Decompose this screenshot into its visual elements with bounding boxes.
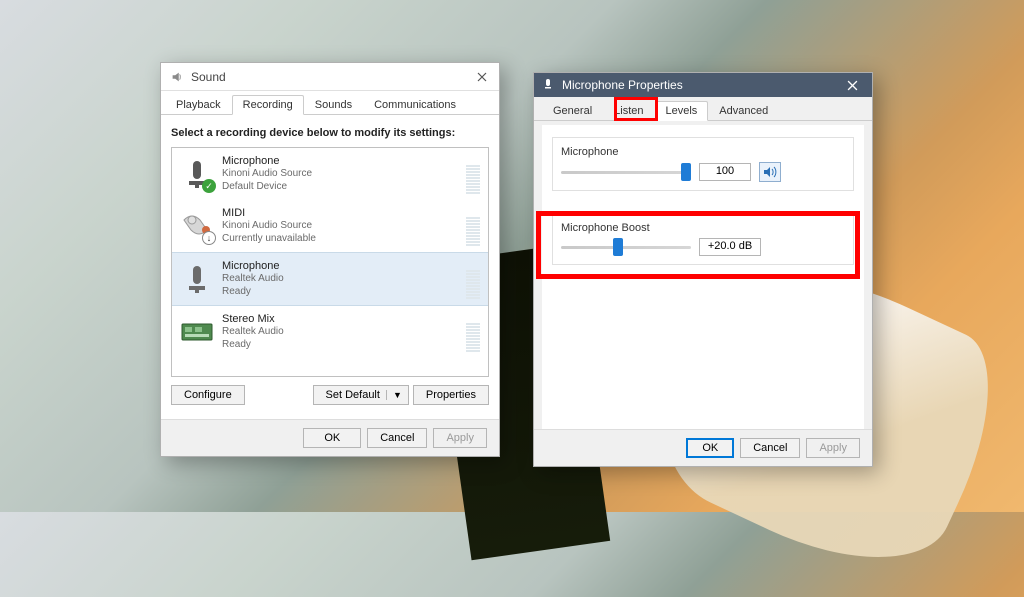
microphone-value[interactable]: 100 bbox=[699, 163, 751, 181]
microphone-slider[interactable] bbox=[561, 163, 691, 181]
device-name: Microphone bbox=[222, 260, 458, 274]
sound-icon bbox=[169, 69, 185, 85]
mic-properties-tabs: General Listen Levels Advanced bbox=[534, 97, 872, 121]
tab-recording[interactable]: Recording bbox=[232, 95, 304, 115]
sound-window: Sound Playback Recording Sounds Communic… bbox=[160, 62, 500, 457]
device-name: Stereo Mix bbox=[222, 313, 458, 327]
sound-title: Sound bbox=[191, 70, 226, 84]
sound-titlebar: Sound bbox=[161, 63, 499, 91]
microphone-icon bbox=[542, 78, 556, 92]
level-meter bbox=[466, 259, 480, 299]
device-name: MIDI bbox=[222, 207, 458, 221]
device-name: Microphone bbox=[222, 155, 458, 169]
level-meter bbox=[466, 154, 480, 194]
level-meter bbox=[466, 312, 480, 352]
device-item[interactable]: Microphone Realtek Audio Ready bbox=[172, 252, 488, 306]
midi-icon: ↓ bbox=[180, 209, 214, 243]
device-source: Realtek Audio bbox=[222, 326, 458, 339]
mic-dialog-buttons: OK Cancel Apply bbox=[534, 429, 872, 466]
device-status: Ready bbox=[222, 339, 458, 352]
device-info: Microphone Realtek Audio Ready bbox=[222, 260, 458, 299]
device-info: Stereo Mix Realtek Audio Ready bbox=[222, 313, 458, 352]
close-icon[interactable] bbox=[473, 68, 491, 86]
tab-communications[interactable]: Communications bbox=[363, 95, 467, 115]
mic-properties-titlebar: Microphone Properties bbox=[534, 73, 872, 97]
apply-button: Apply bbox=[433, 428, 487, 448]
speaker-icon bbox=[763, 166, 777, 178]
tab-listen[interactable]: Listen bbox=[603, 101, 654, 121]
microphone-level-group: Microphone 100 bbox=[552, 137, 854, 191]
configure-button[interactable]: Configure bbox=[171, 385, 245, 405]
tab-playback[interactable]: Playback bbox=[165, 95, 232, 115]
device-button-row: Configure Set Default ▼ Properties bbox=[171, 377, 489, 405]
chevron-down-icon: ▼ bbox=[386, 390, 402, 400]
mute-toggle-button[interactable] bbox=[759, 162, 781, 182]
cancel-button[interactable]: Cancel bbox=[740, 438, 800, 458]
level-meter bbox=[466, 206, 480, 246]
device-source: Realtek Audio bbox=[222, 273, 458, 286]
mic-properties-window: Microphone Properties General Listen Lev… bbox=[533, 72, 873, 467]
arrow-down-badge-icon: ↓ bbox=[202, 231, 216, 245]
device-status: Ready bbox=[222, 286, 458, 299]
instruction-text: Select a recording device below to modif… bbox=[171, 127, 489, 139]
device-item[interactable]: ↓ MIDI Kinoni Audio Source Currently una… bbox=[172, 200, 488, 252]
cancel-button[interactable]: Cancel bbox=[367, 428, 427, 448]
device-list: ✓ Microphone Kinoni Audio Source Default… bbox=[171, 147, 489, 377]
mic-properties-title: Microphone Properties bbox=[562, 78, 683, 92]
microphone-icon bbox=[180, 262, 214, 296]
set-default-button[interactable]: Set Default ▼ bbox=[313, 385, 409, 405]
ok-button[interactable]: OK bbox=[686, 438, 734, 458]
device-source: Kinoni Audio Source bbox=[222, 168, 458, 181]
ok-button[interactable]: OK bbox=[303, 428, 361, 448]
device-item[interactable]: Stereo Mix Realtek Audio Ready bbox=[172, 306, 488, 358]
tab-general[interactable]: General bbox=[542, 101, 603, 121]
sound-dialog-buttons: OK Cancel Apply bbox=[161, 419, 499, 456]
set-default-label: Set Default bbox=[326, 389, 380, 401]
properties-button[interactable]: Properties bbox=[413, 385, 489, 405]
tab-levels[interactable]: Levels bbox=[655, 101, 709, 121]
check-badge-icon: ✓ bbox=[202, 179, 216, 193]
tab-sounds[interactable]: Sounds bbox=[304, 95, 363, 115]
apply-button: Apply bbox=[806, 438, 860, 458]
close-icon[interactable] bbox=[832, 73, 872, 97]
sound-content: Select a recording device below to modif… bbox=[161, 115, 499, 413]
microphone-level-label: Microphone bbox=[561, 146, 845, 158]
levels-panel: Microphone 100 Microphone Boost +20.0 bbox=[542, 125, 864, 441]
device-item[interactable]: ✓ Microphone Kinoni Audio Source Default… bbox=[172, 148, 488, 200]
device-status: Currently unavailable bbox=[222, 233, 458, 246]
tab-advanced[interactable]: Advanced bbox=[708, 101, 779, 121]
microphone-icon: ✓ bbox=[180, 157, 214, 191]
stereo-mix-icon bbox=[180, 315, 214, 349]
sound-tabs: Playback Recording Sounds Communications bbox=[161, 91, 499, 115]
device-info: MIDI Kinoni Audio Source Currently unava… bbox=[222, 207, 458, 246]
device-info: Microphone Kinoni Audio Source Default D… bbox=[222, 155, 458, 194]
device-source: Kinoni Audio Source bbox=[222, 220, 458, 233]
device-status: Default Device bbox=[222, 181, 458, 194]
highlight-boost-group bbox=[536, 211, 860, 279]
